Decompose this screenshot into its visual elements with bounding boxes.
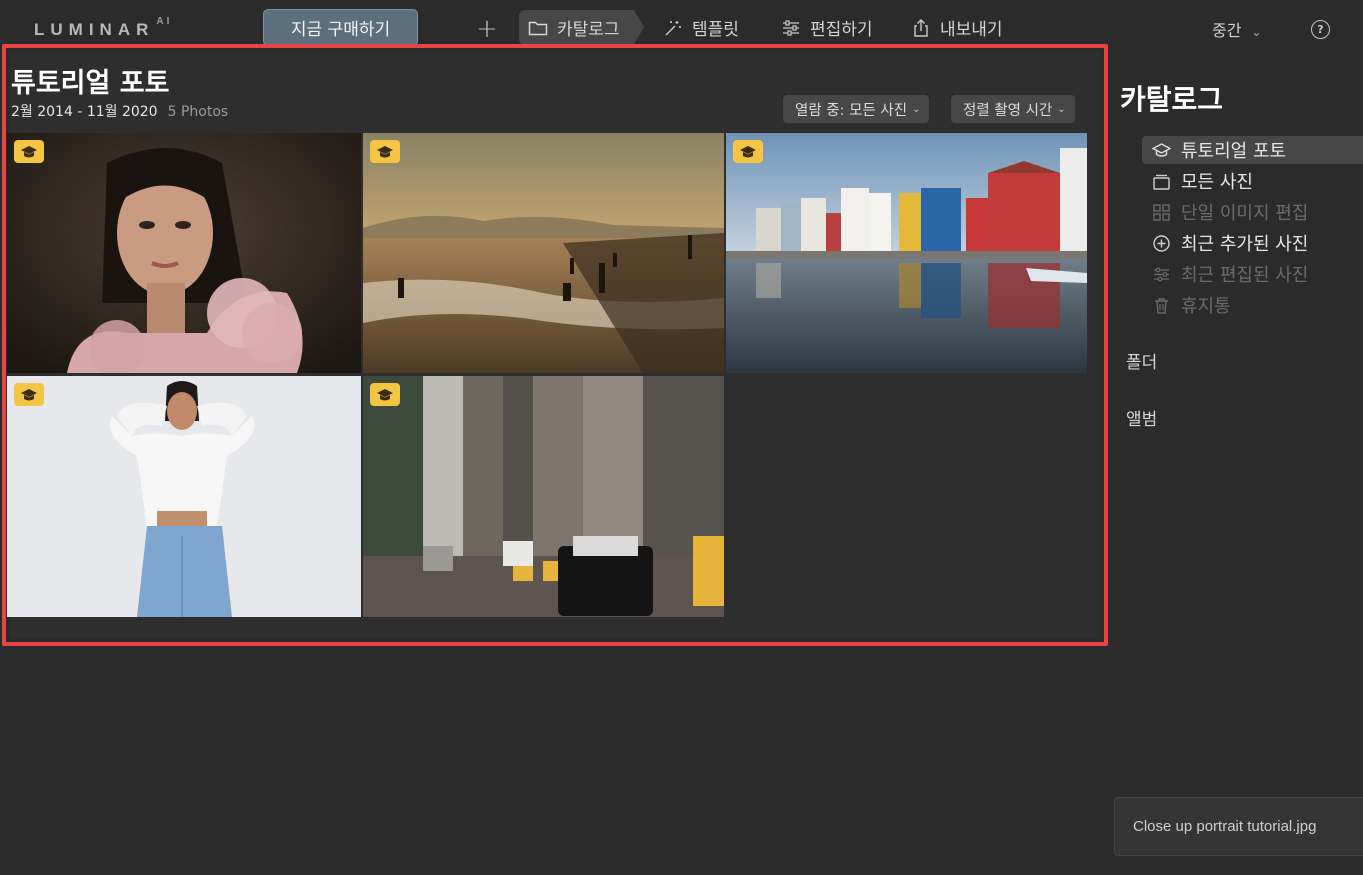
tab-edit[interactable]: 편집하기 <box>781 10 873 45</box>
harbor-photo-image <box>726 133 1087 373</box>
sliders-icon <box>1154 267 1169 281</box>
sort-label: 정렬 촬영 시간 <box>963 102 1053 119</box>
tab-templates-label: 템플릿 <box>692 20 739 40</box>
share-icon <box>914 18 928 37</box>
grid-icon <box>1153 203 1170 221</box>
photo-thumbnail-portrait[interactable] <box>7 133 361 373</box>
graduation-cap-icon <box>21 145 37 157</box>
chevron-down-icon: ⌄ <box>912 103 921 115</box>
sidebar-item-trash[interactable]: 휴지통 <box>1142 291 1363 319</box>
tutorial-badge <box>14 383 44 406</box>
file-info-toast: Close up portrait tutorial.jpg <box>1114 797 1363 856</box>
fashion-photo-image <box>7 376 361 617</box>
graduation-cap-icon <box>740 145 756 157</box>
sidebar-section-folders[interactable]: 폴더 <box>1126 348 1157 373</box>
tab-catalog-label: 카탈로그 <box>557 20 620 40</box>
sidebar-item-tutorial-photos[interactable]: 튜토리얼 포토 <box>1142 136 1363 164</box>
chevron-down-icon: ⌄ <box>1251 25 1262 39</box>
photo-thumbnail-harbor[interactable] <box>726 133 1087 373</box>
graduation-cap-icon <box>377 388 393 400</box>
tutorial-badge <box>733 140 763 163</box>
buy-now-button[interactable]: 지금 구매하기 <box>263 9 418 46</box>
sidebar-item-single-image-edits[interactable]: 단일 이미지 편집 <box>1142 198 1363 226</box>
graduation-cap-icon <box>377 145 393 157</box>
add-button[interactable]: + <box>474 14 500 44</box>
tab-edit-label: 편집하기 <box>810 20 873 40</box>
sort-dropdown[interactable]: 정렬 촬영 시간 ⌄ <box>951 95 1075 123</box>
beach-photo-image <box>363 133 724 373</box>
app-logo: LUMINAR AI <box>34 16 173 39</box>
toast-filename: Close up portrait tutorial.jpg <box>1133 818 1317 835</box>
photo-stack-icon <box>1153 174 1170 190</box>
tutorial-badge <box>14 140 44 163</box>
album-date-range: 2월 2014 - 11월 2020 5 Photos <box>11 101 228 121</box>
plus-circle-icon <box>1153 234 1170 252</box>
magic-wand-icon <box>665 20 681 36</box>
trash-icon <box>1155 297 1168 314</box>
tutorial-badge <box>370 383 400 406</box>
sidebar-item-label: 튜토리얼 포토 <box>1181 141 1287 162</box>
buy-now-label: 지금 구매하기 <box>290 20 391 40</box>
sidebar-item-recently-edited[interactable]: 최근 편집된 사진 <box>1142 260 1363 288</box>
tab-export[interactable]: 내보내기 <box>911 10 1003 45</box>
sidebar-title: 카탈로그 <box>1120 83 1224 116</box>
sidebar-item-label: 단일 이미지 편집 <box>1181 203 1309 224</box>
zoom-select-value: 중간 <box>1212 21 1242 40</box>
graduation-cap-icon <box>21 388 37 400</box>
photo-thumbnail-fashion[interactable] <box>7 376 361 617</box>
view-filter-label: 열람 중: 모든 사진 <box>795 102 908 119</box>
sidebar-item-label: 최근 추가된 사진 <box>1181 234 1309 255</box>
tab-export-label: 내보내기 <box>940 20 1003 40</box>
sidebar-section-albums[interactable]: 앨범 <box>1126 405 1157 430</box>
sliders-icon <box>783 19 799 36</box>
sidebar-item-label: 최근 편집된 사진 <box>1181 265 1309 286</box>
date-range-text: 2월 2014 - 11월 2020 <box>11 104 158 120</box>
photo-count: 5 Photos <box>167 104 229 120</box>
portrait-photo-image <box>7 133 361 373</box>
view-filter-dropdown[interactable]: 열람 중: 모든 사진 ⌄ <box>783 95 930 123</box>
tab-templates[interactable]: 템플릿 <box>663 10 739 45</box>
photo-thumbnail-beach[interactable] <box>363 133 724 373</box>
city-photo-image <box>363 376 724 617</box>
photo-thumbnail-city[interactable] <box>363 376 724 617</box>
zoom-select[interactable]: 중간 ⌄ <box>1212 17 1262 41</box>
sidebar-item-all-photos[interactable]: 모든 사진 <box>1142 167 1363 195</box>
graduation-cap-icon <box>1152 142 1171 157</box>
page-title: 튜토리얼 포토 <box>11 68 170 99</box>
folder-icon <box>528 21 548 35</box>
chevron-down-icon: ⌄ <box>1057 103 1066 115</box>
sidebar-item-recently-added[interactable]: 최근 추가된 사진 <box>1142 229 1363 257</box>
sidebar-item-label: 모든 사진 <box>1181 172 1253 193</box>
tutorial-badge <box>370 140 400 163</box>
tab-catalog[interactable]: 카탈로그 <box>519 10 644 45</box>
sidebar-item-label: 휴지통 <box>1181 296 1231 317</box>
help-icon[interactable]: ? <box>1311 20 1330 39</box>
